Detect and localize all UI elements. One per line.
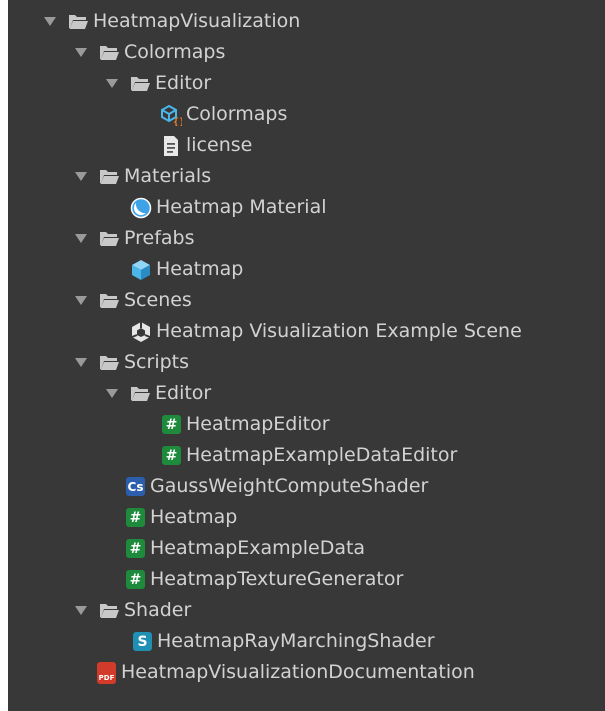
tree-item-label: HeatmapVisualizationDocumentation	[121, 661, 475, 683]
folder-open-icon	[98, 290, 120, 312]
prefab-icon	[130, 259, 152, 281]
tree-item-scripts[interactable]: Scripts	[74, 347, 189, 378]
tree-item-heatmap-prefab[interactable]: Heatmap	[130, 254, 243, 285]
tree-item-label: Colormaps	[186, 103, 288, 125]
tree-item-materials[interactable]: Materials	[74, 161, 211, 192]
tree-item-heatmap-script[interactable]: # Heatmap	[126, 502, 237, 533]
tree-item-shader[interactable]: Shader	[74, 595, 191, 626]
tree-item-label: HeatmapRayMarchingShader	[157, 630, 435, 652]
tree-item-gauss-compute-shader[interactable]: Cs GaussWeightComputeShader	[126, 471, 428, 502]
folder-open-icon	[98, 166, 120, 188]
expand-arrow-icon[interactable]	[105, 77, 119, 91]
tree-item-label: GaussWeightComputeShader	[150, 475, 429, 497]
material-icon	[130, 197, 152, 219]
csharp-script-icon: #	[126, 539, 145, 558]
tree-item-label: HeatmapExampleDataEditor	[186, 444, 458, 466]
tree-item-label: Materials	[124, 165, 212, 187]
tree-item-prefabs[interactable]: Prefabs	[74, 223, 195, 254]
folder-open-icon	[98, 352, 120, 374]
expand-arrow-icon[interactable]	[74, 604, 88, 618]
tree-item-raymarching-shader[interactable]: S HeatmapRayMarchingShader	[133, 626, 435, 657]
tree-item-label: Prefabs	[124, 227, 195, 249]
tree-item-colormaps[interactable]: Colormaps	[74, 37, 225, 68]
compute-shader-icon: Cs	[126, 477, 145, 496]
project-tree-panel: HeatmapVisualization Colormaps Editor {}…	[8, 0, 605, 711]
tree-item-example-data[interactable]: # HeatmapExampleData	[126, 533, 365, 564]
folder-open-icon	[98, 228, 120, 250]
pdf-icon: PDF	[97, 661, 116, 684]
tree-item-label: Shader	[124, 599, 192, 621]
tree-item-label: Editor	[155, 382, 212, 404]
expand-arrow-icon[interactable]	[105, 387, 119, 401]
folder-open-icon	[129, 73, 151, 95]
tree-item-example-scene[interactable]: Heatmap Visualization Example Scene	[130, 316, 522, 347]
scriptable-object-icon: {}	[160, 104, 182, 126]
tree-item-heatmap-material[interactable]: Heatmap Material	[130, 192, 327, 223]
folder-open-icon	[98, 600, 120, 622]
svg-text:{}: {}	[173, 117, 182, 126]
csharp-script-icon: #	[126, 570, 145, 589]
tree-item-label: Heatmap	[156, 258, 244, 280]
tree-item-label: Scenes	[124, 289, 192, 311]
csharp-script-icon: #	[162, 415, 181, 434]
tree-item-heatmap-editor[interactable]: # HeatmapEditor	[162, 409, 330, 440]
tree-item-scenes[interactable]: Scenes	[74, 285, 192, 316]
tree-item-heatmapvisualization[interactable]: HeatmapVisualization	[43, 6, 300, 37]
expand-arrow-icon[interactable]	[74, 232, 88, 246]
tree-item-label: HeatmapVisualization	[93, 10, 301, 32]
tree-item-label: Heatmap	[150, 506, 238, 528]
tree-item-label: HeatmapEditor	[186, 413, 330, 435]
tree-item-license[interactable]: license	[160, 130, 252, 161]
csharp-script-icon: #	[126, 508, 145, 527]
tree-item-label: HeatmapExampleData	[150, 537, 366, 559]
tree-item-label: Scripts	[124, 351, 190, 373]
folder-open-icon	[67, 11, 89, 33]
shader-icon: S	[133, 632, 152, 651]
csharp-script-icon: #	[162, 446, 181, 465]
tree-item-colormaps-editor[interactable]: Editor	[105, 68, 211, 99]
tree-item-label: Editor	[155, 72, 212, 94]
tree-item-colormaps-asset[interactable]: {} Colormaps	[160, 99, 287, 130]
folder-open-icon	[98, 42, 120, 64]
expand-arrow-icon[interactable]	[74, 356, 88, 370]
expand-arrow-icon[interactable]	[74, 46, 88, 60]
expand-arrow-icon[interactable]	[74, 170, 88, 184]
unity-scene-icon	[130, 321, 152, 343]
tree-item-label: Heatmap Visualization Example Scene	[156, 320, 522, 342]
tree-item-label: license	[186, 134, 253, 156]
tree-item-label: HeatmapTextureGenerator	[150, 568, 404, 590]
tree-item-label: Colormaps	[124, 41, 226, 63]
tree-item-scripts-editor[interactable]: Editor	[105, 378, 211, 409]
expand-arrow-icon[interactable]	[74, 294, 88, 308]
tree-item-example-data-editor[interactable]: # HeatmapExampleDataEditor	[162, 440, 457, 471]
text-file-icon	[160, 135, 182, 157]
tree-item-label: Heatmap Material	[156, 196, 327, 218]
expand-arrow-icon[interactable]	[43, 15, 57, 29]
tree-item-texture-generator[interactable]: # HeatmapTextureGenerator	[126, 564, 403, 595]
tree-item-documentation[interactable]: PDF HeatmapVisualizationDocumentation	[97, 657, 475, 688]
folder-open-icon	[129, 383, 151, 405]
